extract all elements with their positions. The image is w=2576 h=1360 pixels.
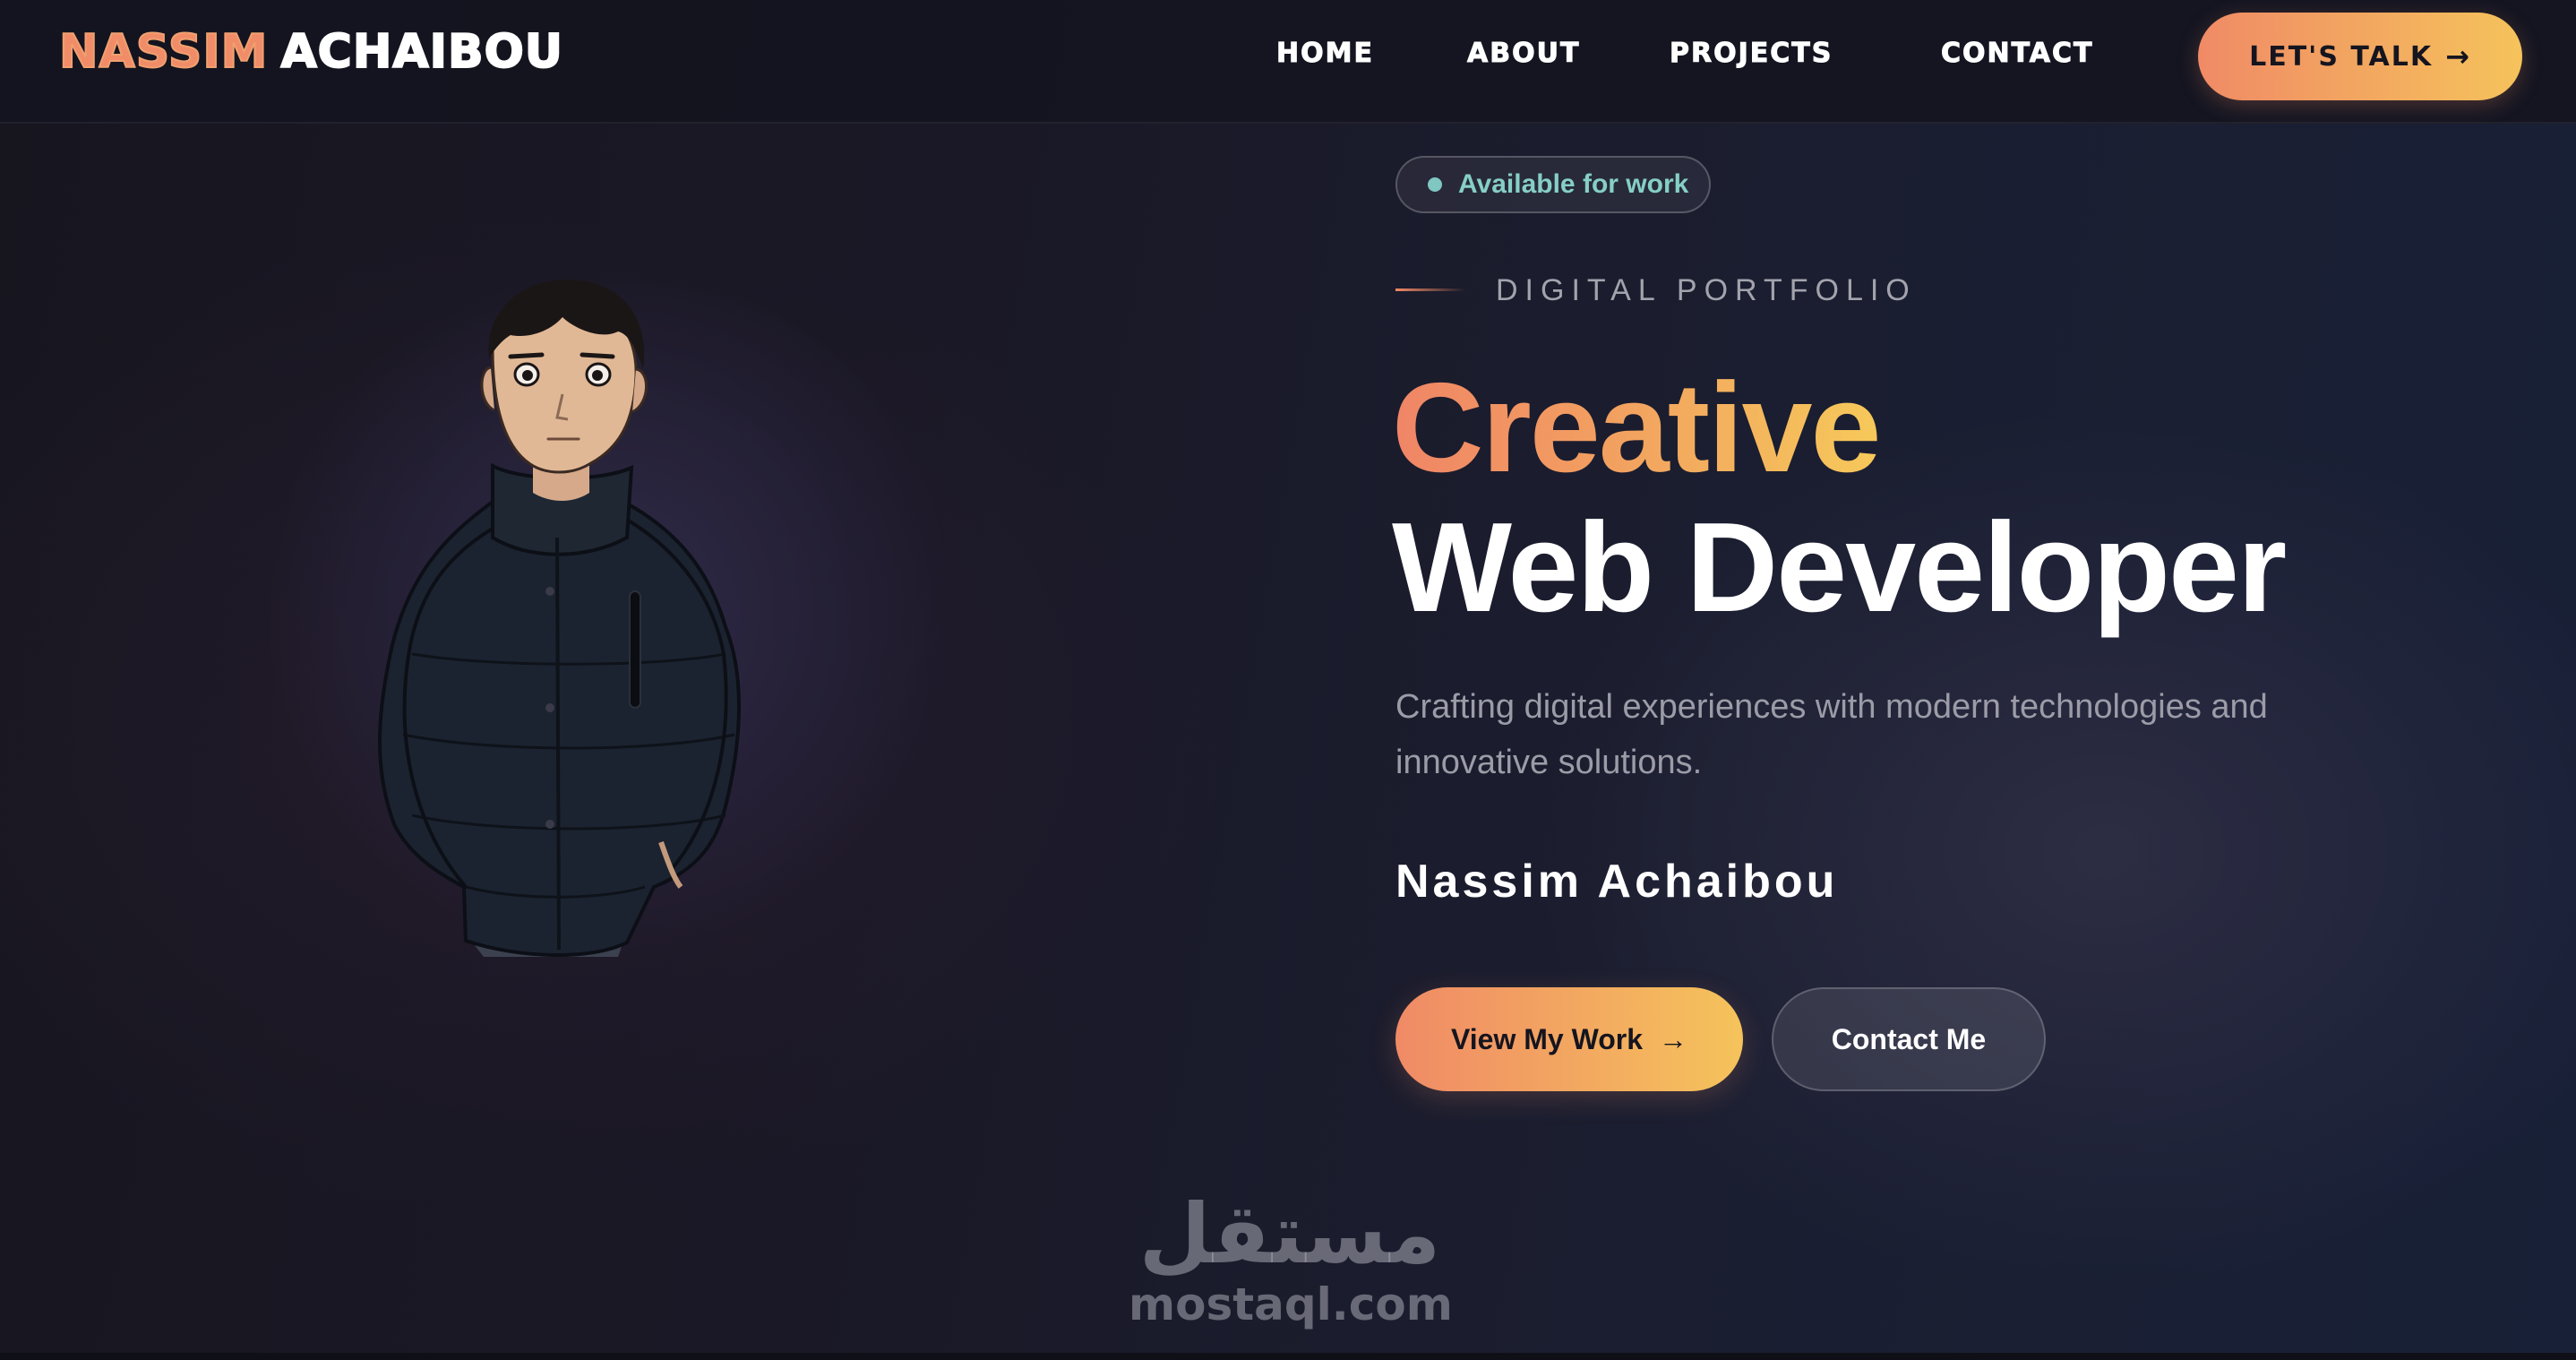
top-navbar: Nassim Achaibou Home About Projects Conta…: [0, 0, 2576, 124]
view-my-work-label: View My Work: [1451, 1022, 1643, 1055]
hero-title-accent: Creative: [1392, 357, 1881, 499]
nav-link-projects[interactable]: Projects: [1669, 36, 1833, 72]
hero-title-main: Web Developer: [1392, 496, 2287, 639]
site-logo[interactable]: Nassim Achaibou: [58, 23, 564, 81]
lets-talk-button[interactable]: Let's Talk →: [2198, 13, 2522, 100]
logo-last-name: Achaibou: [279, 24, 564, 80]
arrow-right-icon: →: [2445, 39, 2471, 73]
availability-badge: Available for work: [1395, 156, 1711, 213]
contact-me-button[interactable]: Contact Me: [1772, 987, 2046, 1091]
view-my-work-button[interactable]: View My Work →: [1395, 987, 1743, 1091]
arrow-right-icon: →: [1659, 1022, 1687, 1055]
nav-link-about[interactable]: About: [1466, 36, 1580, 72]
nav-link-contact[interactable]: Contact: [1940, 36, 2093, 72]
portfolio-page: Nassim Achaibou Home About Projects Conta…: [0, 0, 2576, 1360]
eyebrow-divider: [1395, 288, 1465, 291]
nav-link-home[interactable]: Home: [1276, 36, 1374, 72]
contact-me-label: Contact Me: [1831, 1022, 1987, 1055]
developer-name: Nassim Achaibou: [1395, 856, 1839, 908]
eyebrow-label: DIGITAL PORTFOLIO: [1496, 273, 1917, 307]
availability-text: Available for work: [1458, 169, 1689, 199]
watermark-latin: mostaql.com: [1129, 1278, 1453, 1330]
avatar-illustration: [378, 280, 741, 957]
bottom-edge: [0, 1353, 2576, 1360]
watermark-arabic: مستقل: [1138, 1186, 1441, 1282]
logo-first-name: Nassim: [58, 24, 269, 80]
hero-description: Crafting digital experiences with modern…: [1395, 688, 2268, 781]
mostaql-watermark: مستقل mostaql.com: [1129, 1186, 1453, 1335]
lets-talk-label: Let's Talk: [2249, 40, 2434, 73]
status-dot-icon: [1428, 177, 1442, 192]
